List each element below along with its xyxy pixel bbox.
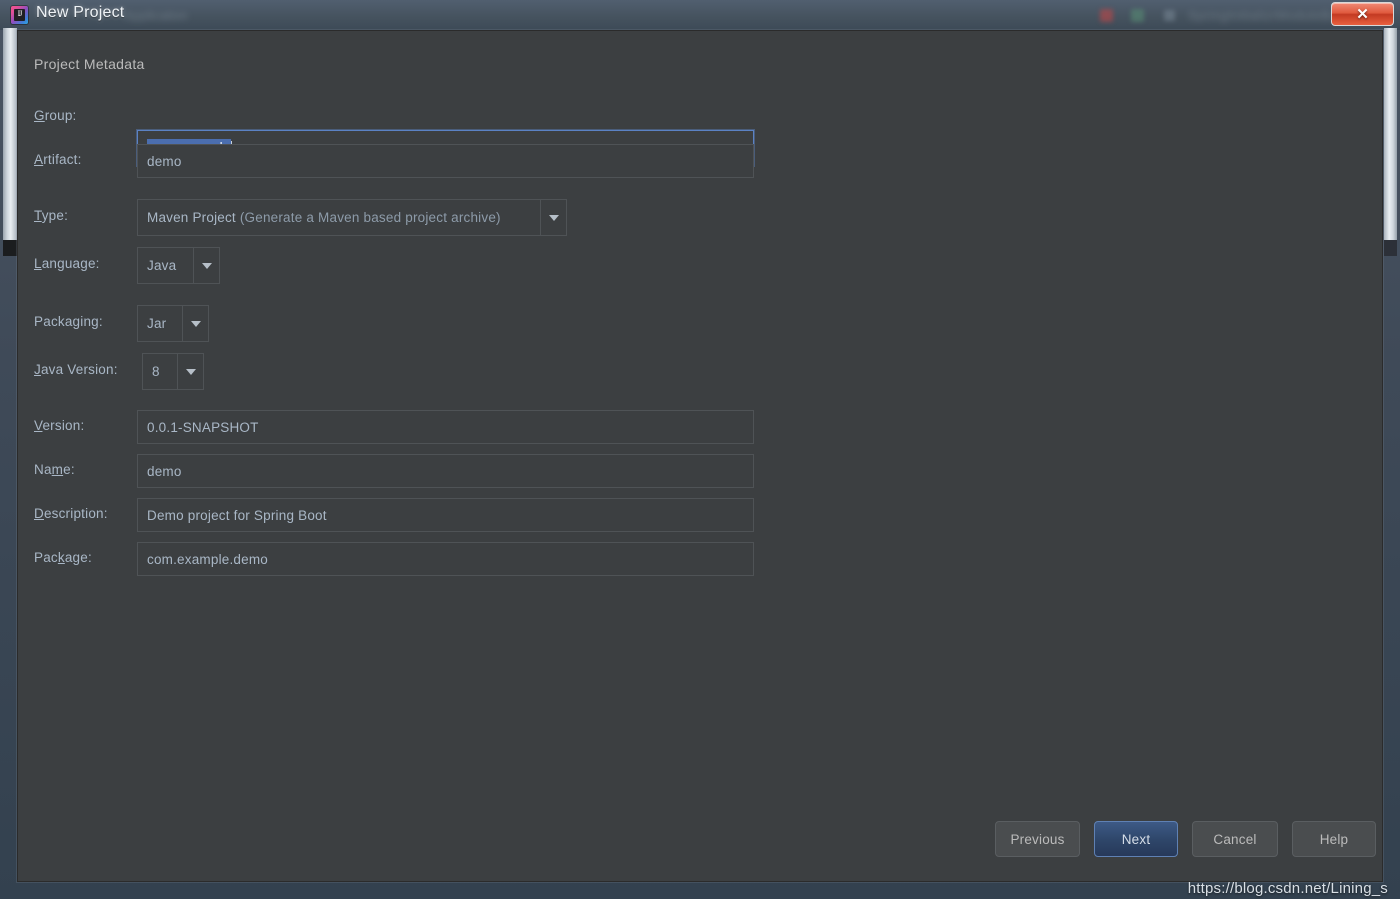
java-version-label-mnemonic: J xyxy=(34,362,41,377)
language-label: Language: xyxy=(34,256,100,271)
intellij-idea-icon xyxy=(11,6,28,24)
background-window-left-edge xyxy=(3,28,17,240)
language-dropdown-arrow-button[interactable] xyxy=(193,248,219,283)
type-label-post: ype: xyxy=(41,208,69,223)
package-label-mnemonic: k xyxy=(57,550,65,565)
group-label-post: roup: xyxy=(44,108,77,123)
package-label-post: age: xyxy=(64,550,92,565)
packaging-combobox-text: Jar xyxy=(138,306,182,341)
language-label-post: anguage: xyxy=(41,256,100,271)
chevron-down-icon xyxy=(190,320,201,327)
page-title: Project Metadata xyxy=(34,56,145,72)
java-version-dropdown-arrow-button[interactable] xyxy=(177,354,203,389)
language-combobox[interactable]: Java xyxy=(137,247,220,284)
chevron-down-icon xyxy=(548,214,559,221)
chevron-down-icon xyxy=(185,368,196,375)
group-label: Group: xyxy=(34,108,76,123)
type-combobox-text: Maven Project (Generate a Maven based pr… xyxy=(138,200,540,235)
name-label-mnemonic: m xyxy=(51,462,64,477)
name-input-value: demo xyxy=(147,463,182,479)
type-label: Type: xyxy=(34,208,68,223)
artifact-label: Artifact: xyxy=(34,152,82,167)
description-label: Description: xyxy=(34,506,108,521)
background-window-right-edge-tail xyxy=(1384,240,1397,256)
language-label-mnemonic: L xyxy=(34,256,42,271)
close-button[interactable]: ✕ xyxy=(1331,2,1394,26)
description-label-mnemonic: D xyxy=(34,506,44,521)
help-button-label: Help xyxy=(1319,831,1349,847)
group-label-mnemonic: G xyxy=(34,108,45,123)
ghost-background-title: Application xyxy=(124,8,188,23)
name-label-post: e: xyxy=(63,462,75,477)
next-button-label: Next xyxy=(1121,831,1151,847)
package-input-value: com.example.demo xyxy=(147,551,269,567)
package-label: Package: xyxy=(34,550,92,565)
packaging-dropdown-arrow-button[interactable] xyxy=(182,306,208,341)
packaging-label: Packaging: xyxy=(34,314,103,329)
artifact-label-post: rtifact: xyxy=(43,152,82,167)
package-input[interactable]: com.example.demo xyxy=(137,542,754,576)
version-label: Version: xyxy=(34,418,84,433)
window-title: New Project xyxy=(36,4,125,21)
window-bottom-border-inner xyxy=(6,886,1394,895)
version-input-value: 0.0.1-SNAPSHOT xyxy=(147,419,259,435)
type-label-mnemonic: T xyxy=(34,208,42,223)
name-label-pre: Na xyxy=(34,462,52,477)
language-combobox-text: Java xyxy=(138,248,193,283)
name-label: Name: xyxy=(34,462,75,477)
type-combobox-value: Maven Project xyxy=(147,210,236,225)
description-input-value: Demo project for Spring Boot xyxy=(147,507,327,523)
ghost-search-icon xyxy=(1131,9,1144,22)
type-combobox[interactable]: Maven Project (Generate a Maven based pr… xyxy=(137,199,567,236)
packaging-label-pre: P xyxy=(34,314,44,329)
background-window-right-edge xyxy=(1384,28,1397,240)
ghost-misc-icon xyxy=(1164,10,1175,21)
close-icon: ✕ xyxy=(1356,6,1369,23)
previous-button-label: Previous xyxy=(1010,831,1065,847)
java-version-combobox-value: 8 xyxy=(152,364,160,379)
cancel-button[interactable]: Cancel xyxy=(1192,821,1278,857)
help-button[interactable]: Help xyxy=(1292,821,1376,857)
java-version-label: Java Version: xyxy=(34,362,118,377)
ghost-warning-icon xyxy=(1100,9,1113,22)
new-project-dialog: Project Metadata Group: com.example Arti… xyxy=(17,30,1383,882)
previous-button[interactable]: Previous xyxy=(995,821,1080,857)
description-label-post: escription: xyxy=(43,506,108,521)
artifact-input[interactable]: demo xyxy=(137,144,754,178)
package-label-pre: Pac xyxy=(34,550,58,565)
packaging-combobox-value: Jar xyxy=(147,316,167,331)
artifact-label-mnemonic: A xyxy=(34,152,44,167)
java-version-label-post: ava Version: xyxy=(40,362,118,377)
artifact-input-value: demo xyxy=(147,153,182,169)
language-combobox-value: Java xyxy=(147,258,177,273)
packaging-label-post: ckaging: xyxy=(50,314,103,329)
java-version-combobox[interactable]: 8 xyxy=(142,353,204,390)
type-combobox-detail: (Generate a Maven based project archive) xyxy=(239,210,501,225)
packaging-combobox[interactable]: Jar xyxy=(137,305,209,342)
type-dropdown-arrow-button[interactable] xyxy=(540,200,566,235)
title-bar: Application SpringInitializrModuleBuilde… xyxy=(0,0,1400,30)
java-version-combobox-text: 8 xyxy=(143,354,177,389)
version-label-post: ersion: xyxy=(42,418,85,433)
name-input[interactable]: demo xyxy=(137,454,754,488)
background-window-left-edge-tail xyxy=(3,240,17,256)
version-input[interactable]: 0.0.1-SNAPSHOT xyxy=(137,410,754,444)
watermark: https://blog.csdn.net/Lining_s xyxy=(1187,880,1388,897)
cancel-button-label: Cancel xyxy=(1213,831,1257,847)
window-frame: Application SpringInitializrModuleBuilde… xyxy=(0,0,1400,899)
packaging-label-mnemonic: a xyxy=(43,314,51,329)
next-button[interactable]: Next xyxy=(1094,821,1178,857)
chevron-down-icon xyxy=(201,262,212,269)
description-input[interactable]: Demo project for Spring Boot xyxy=(137,498,754,532)
